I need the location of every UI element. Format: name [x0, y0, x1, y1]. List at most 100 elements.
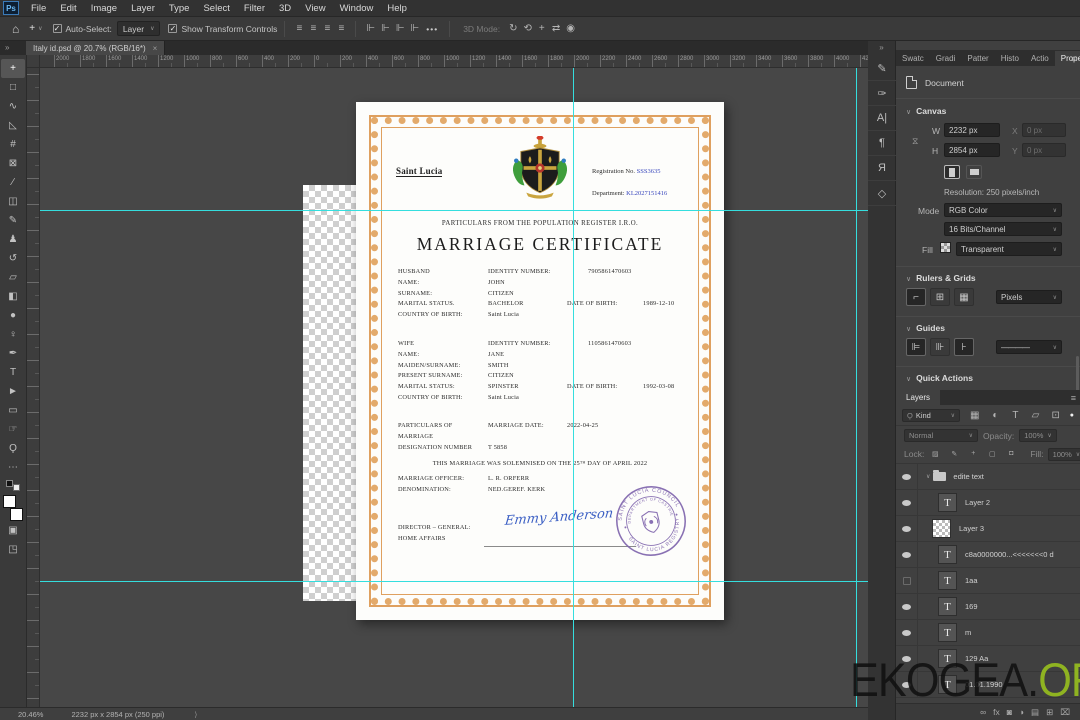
character-panel-icon[interactable]: A| — [868, 106, 896, 131]
horizontal-guide[interactable] — [40, 581, 868, 582]
filter-type-layers-icon[interactable]: T — [1008, 410, 1022, 421]
blend-mode-dropdown[interactable]: Normal ∨ — [904, 429, 978, 442]
text-layer-thumbnail[interactable]: T — [938, 545, 957, 564]
3d-panel-icon[interactable]: ◇ — [868, 181, 896, 206]
layer-visibility-toggle[interactable] — [896, 620, 918, 645]
rectangle-tool[interactable]: ▭ — [1, 401, 25, 420]
layer-visibility-toggle[interactable] — [896, 542, 918, 567]
canvas-area[interactable]: 2000 1800 1600 1400 1200 1000 800 600 400 200 0 200… — [27, 55, 868, 707]
brush-tool[interactable]: ✎ — [1, 211, 25, 230]
glyphs-panel-icon[interactable]: Я — [868, 156, 896, 181]
layer-visibility-toggle[interactable] — [896, 490, 918, 515]
crop-tool[interactable]: # — [1, 135, 25, 154]
layer-row-169[interactable]: T 169 — [896, 594, 1080, 620]
eraser-tool[interactable]: ▱ — [1, 268, 25, 287]
menu-file[interactable]: File — [24, 2, 53, 15]
top-ruler[interactable]: 2000 1800 1600 1400 1200 1000 800 600 400 200 0 200… — [40, 55, 868, 68]
history-brush-tool[interactable]: ↺ — [1, 249, 25, 268]
grid-toggle-button[interactable]: ⊞ — [930, 288, 950, 306]
tab-properties[interactable]: Properties — [1054, 51, 1080, 66]
tab-actio[interactable]: Actio — [1025, 51, 1055, 66]
layer-fill-field[interactable]: 100% ∨ — [1047, 447, 1080, 461]
frame-tool[interactable]: ⊠ — [1, 154, 25, 173]
brush-settings-panel-icon[interactable]: ✎ — [868, 56, 896, 81]
layer-name[interactable]: Layer 2 — [965, 498, 990, 507]
layer-row-m[interactable]: Tm — [896, 620, 1080, 646]
filter-toggle-icon[interactable]: ● — [1070, 412, 1074, 419]
eyedropper-tool[interactable]: ∕ — [1, 173, 25, 192]
width-field[interactable]: 2232 px — [944, 123, 1000, 137]
portrait-orientation-button[interactable] — [944, 165, 960, 179]
lock-transparent-pixels-icon[interactable]: ▨ — [928, 450, 942, 458]
filter-smart-objects-icon[interactable]: ⊡ — [1048, 410, 1062, 421]
layer-row-edite-text[interactable]: ∨ edite text — [896, 464, 1080, 490]
rulers-toggle-button[interactable]: ⌐ — [906, 288, 926, 306]
layer-name[interactable]: 1aa — [965, 576, 978, 585]
guides-section-header[interactable]: ∨ Guides — [906, 323, 945, 333]
lock-all-icon[interactable]: ◘ — [1004, 450, 1018, 458]
layer-row-c8a0000000-0-d[interactable]: Tc8a0000000...<<<<<<<0 d — [896, 542, 1080, 568]
filter-adjustment-layers-icon[interactable]: ◐ — [988, 410, 1002, 421]
panel-menu-icon[interactable]: ≡ — [1071, 54, 1076, 64]
add-layer-mask-icon[interactable]: ◙ — [1007, 707, 1012, 717]
close-tab-icon[interactable]: × — [153, 44, 158, 53]
layer-visibility-toggle[interactable] — [896, 516, 918, 541]
distribute-center-icon[interactable]: ⊩ — [378, 23, 393, 34]
smart-guides-button[interactable]: ⊪ — [930, 338, 950, 356]
layer-row-1aa[interactable]: T 1aa — [896, 568, 1080, 594]
mini-foreground-background-swatches[interactable] — [5, 479, 21, 491]
tab-swatc[interactable]: Swatc — [896, 51, 930, 66]
menu-view[interactable]: View — [298, 2, 332, 15]
text-layer-thumbnail[interactable]: T — [938, 571, 957, 590]
layer-filter-kind-dropdown[interactable]: Ϙ Kind ∨ — [902, 408, 960, 422]
lock-artboard-icon[interactable]: ▢ — [985, 450, 999, 458]
align-horizontal-centers-icon[interactable]: ≡ — [306, 23, 320, 34]
gradient-tool[interactable]: ◧ — [1, 287, 25, 306]
left-ruler[interactable] — [27, 68, 40, 707]
menu-window[interactable]: Window — [333, 2, 381, 15]
show-transform-controls-checkbox[interactable]: ✓ — [168, 24, 178, 33]
text-layer-thumbnail[interactable]: T — [938, 493, 957, 512]
canvas-section-header[interactable]: ∨ Canvas — [906, 106, 946, 116]
menu-image[interactable]: Image — [84, 2, 124, 15]
y-field[interactable]: 0 px — [1022, 143, 1066, 157]
layer-name[interactable]: Layer 3 — [959, 524, 984, 533]
collapse-panels-icon[interactable]: » — [5, 43, 9, 52]
3d-slide-icon[interactable]: ⇄ — [549, 23, 563, 34]
align-left-edges-icon[interactable]: ≡ — [292, 23, 306, 34]
layer-row-layer-2[interactable]: T Layer 2 — [896, 490, 1080, 516]
auto-select-checkbox[interactable]: ✓ — [52, 24, 62, 33]
units-dropdown[interactable]: Pixels ∨ — [996, 290, 1062, 304]
distribute-right-icon[interactable]: ⊩ — [393, 23, 408, 34]
dodge-tool[interactable]: ♀ — [1, 325, 25, 344]
x-field[interactable]: 0 px — [1022, 123, 1066, 137]
link-dimensions-icon[interactable]: ⧖ — [912, 136, 918, 147]
3d-camera-icon[interactable]: ◉ — [563, 23, 578, 34]
text-layer-thumbnail[interactable]: T — [938, 597, 957, 616]
landscape-orientation-button[interactable] — [966, 165, 982, 179]
layer-effects-icon[interactable]: fx — [993, 707, 1000, 717]
menu-edit[interactable]: Edit — [53, 2, 83, 15]
quick-mask-button[interactable]: ▣ — [1, 521, 25, 540]
zoom-percentage[interactable]: 20.46% — [18, 710, 43, 719]
horizontal-guide[interactable] — [40, 210, 868, 211]
layer-visibility-toggle[interactable] — [896, 568, 918, 593]
tab-histo[interactable]: Histo — [995, 51, 1025, 66]
path-selection-tool[interactable]: ► — [1, 382, 25, 401]
layer-thumbnail[interactable] — [932, 519, 951, 538]
distribute-left-icon[interactable]: ⊩ — [363, 23, 378, 34]
color-mode-dropdown[interactable]: RGB Color ∨ — [944, 203, 1062, 217]
transparent-canvas-region[interactable] — [303, 185, 356, 601]
home-icon[interactable]: ⌂ — [12, 22, 19, 36]
tab-layers[interactable]: Layers — [896, 390, 941, 405]
paragraph-panel-icon[interactable]: ¶ — [868, 131, 896, 156]
pixel-grid-toggle-button[interactable]: ▦ — [954, 288, 974, 306]
move-tool[interactable]: + — [1, 59, 25, 78]
object-selection-tool[interactable]: ◺ — [1, 116, 25, 135]
menu-filter[interactable]: Filter — [237, 2, 272, 15]
layer-row-layer-3[interactable]: Layer 3 — [896, 516, 1080, 542]
lasso-tool[interactable]: ∿ — [1, 97, 25, 116]
healing-brush-tool[interactable]: ◫ — [1, 192, 25, 211]
type-tool[interactable]: T — [1, 363, 25, 382]
3d-orbit-icon[interactable]: ↻ — [506, 23, 520, 34]
